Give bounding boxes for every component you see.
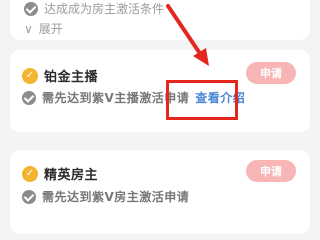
arrow-annotation [166,4,209,66]
